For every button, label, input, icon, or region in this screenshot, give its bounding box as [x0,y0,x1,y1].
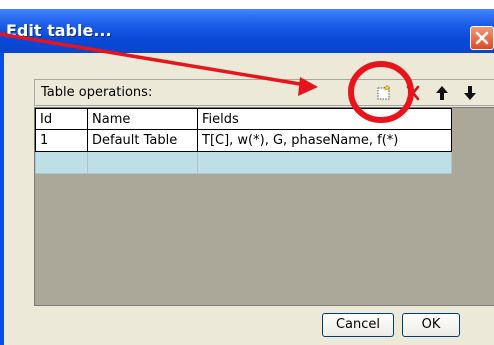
new-cell-fields[interactable] [197,151,452,174]
table-operations-label: Table operations: [41,85,153,100]
title-bar[interactable]: Edit table... [0,9,494,53]
edit-table-dialog: Edit table... Table operations: Id Name … [0,9,494,345]
table-operations-bar: Table operations: [34,79,494,106]
delete-table-icon[interactable] [404,84,422,102]
cancel-button[interactable]: Cancel [322,313,394,337]
tables-list: Id Name Fields 1 Default Table T[C], w(*… [35,108,452,174]
move-down-icon[interactable] [461,84,479,102]
new-table-icon[interactable] [375,84,393,102]
new-cell-name[interactable] [87,151,198,174]
cell-name[interactable]: Default Table [87,129,198,152]
tables-grid: Id Name Fields 1 Default Table T[C], w(*… [34,107,494,306]
table-row[interactable]: 1 Default Table T[C], w(*), G, phaseName… [35,129,452,152]
new-cell-id[interactable] [35,151,88,174]
new-row-placeholder[interactable] [35,151,452,174]
ok-button[interactable]: OK [402,313,460,337]
close-icon [475,31,489,45]
window-title: Edit table... [6,21,112,40]
grid-header-row: Id Name Fields [35,108,452,130]
column-header-name[interactable]: Name [87,108,198,130]
column-header-fields[interactable]: Fields [197,108,452,130]
close-button[interactable] [470,26,494,50]
cell-id[interactable]: 1 [35,129,88,152]
move-up-icon[interactable] [433,84,451,102]
cell-fields[interactable]: T[C], w(*), G, phaseName, f(*) [197,129,452,152]
dialog-body: Table operations: Id Name Fields 1 Defau… [4,53,494,345]
column-header-id[interactable]: Id [35,108,88,130]
